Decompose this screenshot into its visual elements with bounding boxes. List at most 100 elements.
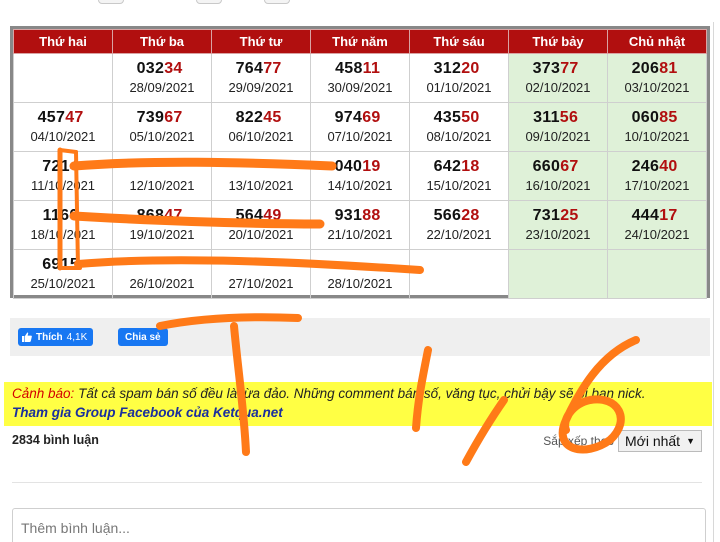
result-number: [113, 255, 211, 275]
result-cell: 86847 19/10/2021: [112, 200, 212, 250]
day-header: Thứ năm: [310, 29, 410, 54]
like-count: 4,1K: [66, 331, 88, 343]
comment-count: 2834 bình luận: [12, 433, 99, 447]
comment-box: [12, 508, 706, 542]
share-label: Chia sẻ: [125, 331, 161, 343]
result-date: 11/10/2021: [30, 178, 96, 193]
day-header: Thứ ba: [112, 29, 212, 54]
header-row: Thứ hai Thứ ba Thứ tư Thứ năm Thứ sáu Thứ bảy…: [13, 29, 707, 54]
result-cell: 64218 15/10/2021: [409, 151, 509, 201]
result-date: 26/10/2021: [129, 276, 195, 291]
result-date: 19/10/2021: [129, 227, 195, 242]
result-number-head: 739: [136, 109, 165, 126]
warning-text: Tất cả spam bán số đều là lừa đảo. Những…: [78, 386, 646, 401]
result-number-head: 032: [136, 60, 165, 77]
result-number: 73125: [509, 206, 607, 226]
result-date: 13/10/2021: [228, 178, 294, 193]
table-row: 7214 11/10/2021 12/10/2021 13/10/2021 040…: [13, 151, 707, 201]
result-number-head: 040: [334, 158, 363, 175]
result-number: [212, 157, 310, 177]
result-number-tail: 81: [659, 60, 678, 77]
day-header: Chủ nhật: [607, 29, 707, 54]
result-number-tail: 88: [362, 207, 381, 224]
result-number-head: 764: [235, 60, 264, 77]
top-nub: [196, 0, 222, 4]
facebook-group-link[interactable]: Tham gia Group Facebook của Ketqua.net: [12, 403, 704, 422]
result-number-tail: 25: [560, 207, 579, 224]
facebook-like-button[interactable]: Thích 4,1K: [18, 328, 94, 346]
result-number: 45747: [14, 108, 112, 128]
table-row: 1160 18/10/2021 86847 19/10/2021 56449 20/…: [13, 200, 707, 250]
result-number-tail: 18: [461, 158, 480, 175]
result-number-tail: 50: [461, 109, 480, 126]
result-number-head: 311: [533, 109, 560, 126]
result-date: 14/10/2021: [327, 178, 393, 193]
divider: [12, 482, 702, 483]
result-number: [509, 255, 607, 275]
result-date: 20/10/2021: [228, 227, 294, 242]
result-cell: 56628 22/10/2021: [409, 200, 509, 250]
table-row: 45747 04/10/2021 73967 05/10/2021 82245 06…: [13, 102, 707, 152]
spam-warning: Cảnh báo: Tất cả spam bán số đều là lừa …: [4, 382, 712, 426]
table-row: 03234 28/09/2021 76477 29/09/2021 45811 30…: [13, 53, 707, 103]
top-nub: [264, 0, 290, 4]
result-cell: 06085 10/10/2021: [607, 102, 707, 152]
result-number-tail: 77: [560, 60, 579, 77]
result-cell: [409, 249, 509, 299]
result-number-tail: 69: [362, 109, 381, 126]
result-number: 31156: [509, 108, 607, 128]
result-number: 20681: [608, 59, 706, 79]
result-number: 37377: [509, 59, 607, 79]
result-date: 22/10/2021: [426, 227, 492, 242]
result-number: 7214: [14, 157, 112, 177]
result-cell: 31220 01/10/2021: [409, 53, 509, 103]
result-number-tail: 45: [263, 109, 282, 126]
result-date: 27/10/2021: [228, 276, 294, 291]
result-cell: 7214 11/10/2021: [13, 151, 113, 201]
result-date: 06/10/2021: [228, 129, 294, 144]
result-cell: 56449 20/10/2021: [211, 200, 311, 250]
comment-input[interactable]: [13, 509, 705, 542]
facebook-share-button[interactable]: Chia sẻ: [118, 328, 168, 346]
result-number-tail: 34: [164, 60, 183, 77]
result-number-tail: 28: [461, 207, 480, 224]
table-row: 6915 25/10/2021 26/10/2021 27/10/2021 28…: [13, 249, 707, 299]
day-header: Thứ sáu: [409, 29, 509, 54]
result-cell: 45811 30/09/2021: [310, 53, 410, 103]
result-number-tail: 49: [263, 207, 282, 224]
result-number-tail: 56: [559, 109, 579, 126]
result-cell: 82245 06/10/2021: [211, 102, 311, 152]
result-cell: 03234 28/09/2021: [112, 53, 212, 103]
result-number-tail: 19: [362, 158, 381, 175]
sort-dropdown[interactable]: Mới nhất ▼: [617, 430, 702, 452]
result-number-tail: 67: [164, 109, 183, 126]
result-number: 97469: [311, 108, 409, 128]
result-cell: 24640 17/10/2021: [607, 151, 707, 201]
result-number-head: 822: [235, 109, 264, 126]
result-number-tail: 77: [263, 60, 282, 77]
result-date: 07/10/2021: [327, 129, 393, 144]
result-date: 17/10/2021: [624, 178, 690, 193]
result-date: 18/10/2021: [30, 227, 96, 242]
result-number-head: 660: [532, 158, 561, 175]
result-number-tail: 4: [69, 158, 80, 175]
result-cell: [508, 249, 608, 299]
result-number: 64218: [410, 157, 508, 177]
result-number-head: 721: [42, 158, 70, 175]
result-number: 03234: [113, 59, 211, 79]
result-date: 09/10/2021: [525, 129, 591, 144]
result-cell: 12/10/2021: [112, 151, 212, 201]
result-number-head: 312: [433, 60, 462, 77]
result-number-tail: 40: [659, 158, 678, 175]
result-number-head: 457: [37, 109, 66, 126]
result-date: 16/10/2021: [525, 178, 591, 193]
result-cell: 37377 02/10/2021: [508, 53, 608, 103]
result-cell: 66067 16/10/2021: [508, 151, 608, 201]
result-number-head: 060: [631, 109, 660, 126]
result-number-head: 246: [631, 158, 660, 175]
result-number: 66067: [509, 157, 607, 177]
result-number: 93188: [311, 206, 409, 226]
top-nub: [98, 0, 124, 4]
result-number: 44417: [608, 206, 706, 226]
day-header: Thứ bảy: [508, 29, 608, 54]
